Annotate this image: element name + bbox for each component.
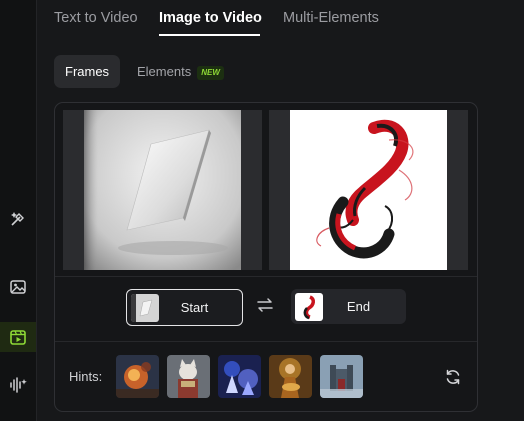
start-frame-preview[interactable] bbox=[63, 110, 262, 270]
end-frame-button[interactable]: End bbox=[291, 289, 406, 324]
swap-frames-icon[interactable] bbox=[256, 297, 274, 313]
divider bbox=[55, 276, 477, 277]
tab-multi-elements[interactable]: Multi-Elements bbox=[283, 10, 379, 26]
hint-thumbnail-armored-cat-warrior[interactable] bbox=[167, 355, 210, 398]
subtab-elements-label: Elements bbox=[137, 64, 192, 79]
image-icon[interactable] bbox=[0, 273, 36, 301]
subtab-frames-label: Frames bbox=[65, 64, 110, 79]
magic-wand-icon[interactable] bbox=[0, 205, 36, 233]
hint-thumbnail-misty-castle[interactable] bbox=[320, 355, 363, 398]
active-tab-underline bbox=[159, 34, 260, 36]
refresh-hints-icon[interactable] bbox=[444, 368, 462, 386]
start-thumbnail bbox=[131, 293, 159, 322]
end-label: End bbox=[346, 299, 371, 314]
start-label: Start bbox=[180, 300, 209, 315]
tab-image-to-video[interactable]: Image to Video bbox=[159, 10, 262, 26]
sidebar bbox=[0, 0, 37, 421]
frames-panel: Start End Hints: bbox=[54, 102, 478, 412]
video-icon[interactable] bbox=[0, 322, 36, 352]
new-badge: NEW bbox=[197, 65, 224, 80]
mode-tabs: Text to Video Image to Video Multi-Eleme… bbox=[37, 0, 524, 40]
hint-thumbnail-fiery-explosion[interactable] bbox=[116, 355, 159, 398]
subtab-frames[interactable]: Frames bbox=[54, 55, 121, 88]
end-thumbnail bbox=[295, 292, 323, 321]
divider bbox=[55, 341, 477, 342]
hint-thumbnail-blue-crystal-figures[interactable] bbox=[218, 355, 261, 398]
start-frame-button[interactable]: Start bbox=[126, 289, 243, 326]
start-frame-image bbox=[63, 110, 262, 270]
hint-thumbnail-golden-musician[interactable] bbox=[269, 355, 312, 398]
tab-text-to-video[interactable]: Text to Video bbox=[54, 10, 138, 26]
audio-wave-icon[interactable] bbox=[0, 371, 36, 399]
end-frame-image bbox=[269, 110, 468, 270]
subtab-elements[interactable]: Elements NEW bbox=[137, 55, 224, 88]
hints-label: Hints: bbox=[69, 369, 103, 384]
main-area: Text to Video Image to Video Multi-Eleme… bbox=[37, 0, 524, 421]
end-frame-preview[interactable] bbox=[269, 110, 468, 270]
